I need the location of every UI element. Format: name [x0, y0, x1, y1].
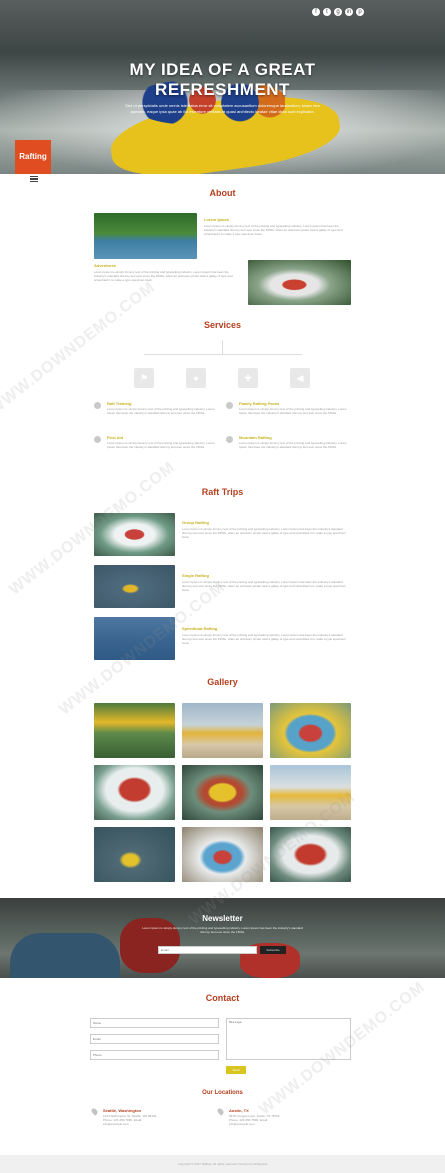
- gallery-image-7[interactable]: [94, 827, 175, 882]
- watermark-text: WWW.DOWNDEMO.COM: [0, 278, 159, 419]
- gallery-title: Gallery: [207, 677, 238, 687]
- service-3-text: Lorem Ipsum is simply dummy text of the …: [107, 441, 215, 449]
- service-1-title: Raft Training: [107, 401, 132, 406]
- contact-submit-button[interactable]: Send: [226, 1066, 246, 1074]
- hero-title-line-2: REFRESHMENT: [155, 80, 290, 99]
- map-pin-icon: [90, 1107, 99, 1116]
- location-1-text: 1234 Washington St, Seattle, WA 98104. P…: [103, 1114, 158, 1126]
- service-bullet-icon: [226, 436, 233, 443]
- trip-3-title: Speedboat Rafting: [182, 626, 218, 631]
- site-logo[interactable]: Rafting: [15, 140, 51, 174]
- map-pin-icon: [216, 1107, 225, 1116]
- about-item2-text: Lorem Ipsum is simply dummy text of the …: [94, 270, 233, 282]
- pinterest-icon[interactable]: p: [356, 8, 364, 16]
- gallery-image-1[interactable]: [94, 703, 175, 758]
- service-bullet-icon: [226, 402, 233, 409]
- trip-single-image: [94, 565, 175, 608]
- services-title: Services: [203, 320, 242, 330]
- services-connector: [222, 340, 223, 354]
- newsletter-text: Lorem Ipsum is simply dummy text of the …: [142, 926, 303, 934]
- newsletter-section: [0, 898, 445, 978]
- locations-title: Our Locations: [202, 1090, 243, 1096]
- trip-3-text: Lorem Ipsum is simply dummy text of the …: [182, 633, 346, 645]
- gallery-image-5[interactable]: [182, 765, 263, 820]
- raft-trips-title: Raft Trips: [201, 487, 244, 497]
- about-title: About: [209, 188, 236, 198]
- newsletter-title: Newsletter: [202, 914, 243, 923]
- about-item1-title: Lorem Ipsum: [204, 217, 230, 222]
- plus-circle-icon: ✚: [238, 368, 258, 388]
- about-item2-title: Adventures: [94, 263, 117, 268]
- contact-title: Contact: [205, 993, 240, 1003]
- gallery-image-4[interactable]: [94, 765, 175, 820]
- gallery-image-2[interactable]: [182, 703, 263, 758]
- service-2-text: Lorem Ipsum is simply dummy text of the …: [239, 407, 347, 415]
- about-rafting-image: [248, 260, 351, 305]
- service-bullet-icon: [94, 436, 101, 443]
- gallery-image-3[interactable]: [270, 703, 351, 758]
- trip-1-title: Group Rafting: [182, 520, 209, 525]
- location-2-text: 5678 Congress Ave, Austin, TX 78701. Pho…: [229, 1114, 281, 1126]
- megaphone-icon: ◀: [290, 368, 310, 388]
- facebook-icon[interactable]: f: [312, 8, 320, 16]
- hero-subtitle: Sed ut perspiciatis unde omnis iste natu…: [125, 103, 320, 114]
- linkedin-icon[interactable]: in: [345, 8, 353, 16]
- contact-name-input[interactable]: [90, 1018, 219, 1028]
- location-1-name: Seattle, Washington: [103, 1108, 142, 1113]
- service-3-title: First Aid: [107, 435, 124, 440]
- service-4-title: Mountain Rafting: [239, 435, 272, 440]
- user-icon: ●: [186, 368, 206, 388]
- flag-icon: ⚑: [134, 368, 154, 388]
- contact-phone-input[interactable]: [90, 1050, 219, 1060]
- hero-title-line-1: MY IDEA OF A GREAT: [129, 60, 316, 79]
- hero-title: MY IDEA OF A GREAT REFRESHMENT: [0, 60, 445, 100]
- trip-2-title: Single Rafting: [182, 573, 209, 578]
- about-item1-text: Lorem Ipsum is simply dummy text of the …: [204, 224, 343, 236]
- twitter-icon[interactable]: t: [323, 8, 331, 16]
- hamburger-menu-icon[interactable]: [30, 176, 38, 182]
- services-connector-bar: [144, 354, 302, 355]
- service-2-title: Family Rafting Packs: [239, 401, 280, 406]
- about-lake-image: [94, 213, 197, 259]
- newsletter-email-input[interactable]: [158, 946, 257, 954]
- service-bullet-icon: [94, 402, 101, 409]
- contact-email-input[interactable]: [90, 1034, 219, 1044]
- location-2-name: Austin, TX: [229, 1108, 249, 1113]
- newsletter-raft-image: [10, 933, 120, 978]
- trip-1-text: Lorem Ipsum is simply dummy text of the …: [182, 527, 346, 539]
- footer-copyright: Copyright © 2017 Rafting. All rights res…: [0, 1155, 445, 1173]
- service-1-text: Lorem Ipsum is simply dummy text of the …: [107, 407, 215, 415]
- subscribe-button[interactable]: Subscribe: [260, 946, 286, 954]
- social-links: f t g in p: [312, 8, 364, 16]
- google-plus-icon[interactable]: g: [334, 8, 342, 16]
- service-4-text: Lorem Ipsum is simply dummy text of the …: [239, 441, 347, 449]
